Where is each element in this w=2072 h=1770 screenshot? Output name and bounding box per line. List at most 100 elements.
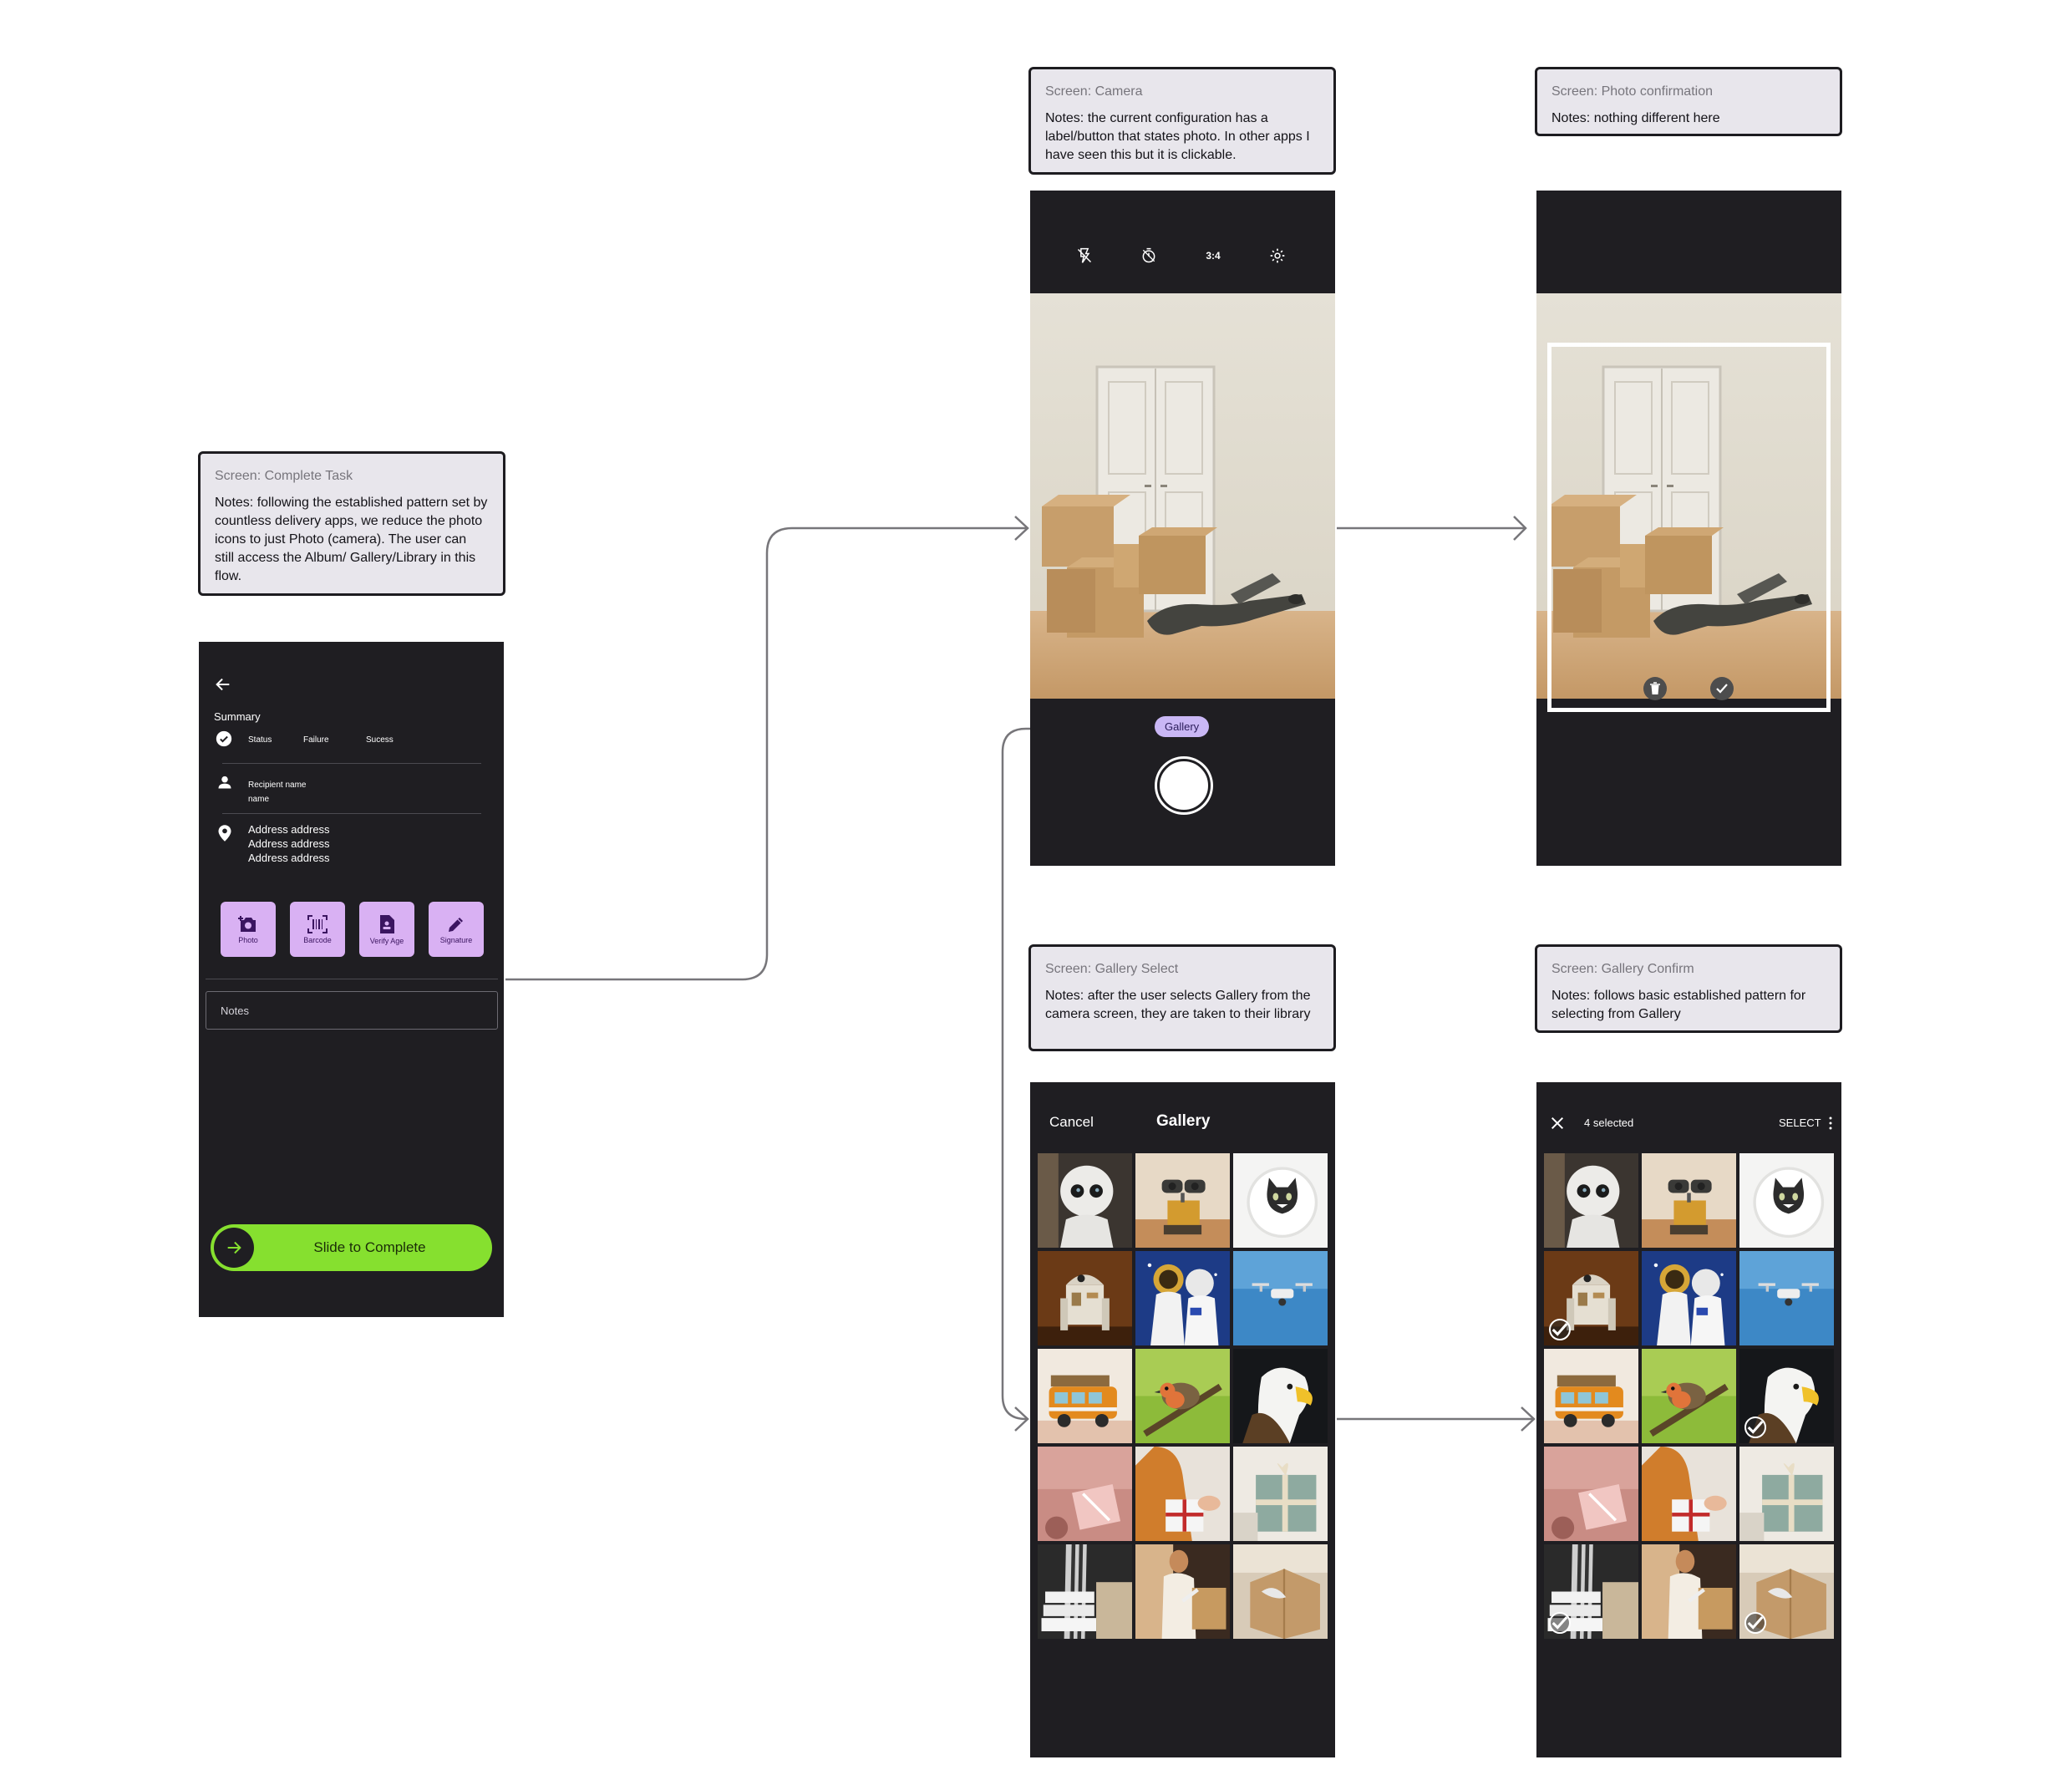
gallery-photo-drone[interactable] bbox=[1233, 1251, 1328, 1345]
confirm-check-icon[interactable] bbox=[1710, 677, 1734, 700]
verify-age-action-button[interactable]: Verify Age bbox=[359, 902, 414, 957]
timer-icon[interactable] bbox=[1139, 246, 1159, 266]
selected-check-icon[interactable] bbox=[1744, 1417, 1766, 1438]
note-body: Notes: following the established pattern… bbox=[215, 496, 488, 583]
photo-thumbnail bbox=[1233, 1544, 1328, 1639]
photo-thumbnail bbox=[1544, 1349, 1638, 1443]
id-document-icon bbox=[380, 914, 394, 933]
more-vert-icon[interactable] bbox=[1828, 1116, 1833, 1130]
recipient-name: Recipient name name bbox=[248, 781, 307, 804]
photo-thumbnail bbox=[1038, 1153, 1132, 1248]
photo-thumbnail bbox=[1135, 1447, 1230, 1541]
photo-thumbnail bbox=[1642, 1251, 1736, 1345]
note-body: Notes: nothing different here bbox=[1551, 111, 1720, 125]
gallery-photo-woman-box[interactable] bbox=[1642, 1544, 1736, 1639]
status-label[interactable]: Status bbox=[248, 735, 272, 745]
divider bbox=[222, 813, 481, 814]
notes-input[interactable]: Notes bbox=[206, 991, 498, 1030]
gallery-photo-r2d2[interactable] bbox=[1544, 1251, 1638, 1345]
note-title: Screen: Photo confirmation bbox=[1551, 84, 1713, 99]
camera-viewfinder[interactable] bbox=[1030, 293, 1335, 699]
slide-to-complete-slider[interactable]: Slide to Complete bbox=[211, 1224, 492, 1271]
failure-label[interactable]: Failure bbox=[303, 735, 329, 745]
photo-thumbnail bbox=[1135, 1349, 1230, 1443]
photo-thumbnail bbox=[1642, 1153, 1736, 1248]
selected-check-icon[interactable] bbox=[1549, 1612, 1571, 1634]
check-circle-icon bbox=[216, 730, 232, 747]
shutter-button[interactable] bbox=[1157, 759, 1211, 812]
photo-thumbnail bbox=[1038, 1251, 1132, 1345]
gallery-photo-eagle[interactable] bbox=[1739, 1349, 1834, 1443]
cancel-button[interactable]: Cancel bbox=[1049, 1114, 1094, 1131]
note-camera: Screen: Camera Notes: the current config… bbox=[1028, 67, 1336, 175]
gallery-photo-astronaut[interactable] bbox=[1135, 1251, 1230, 1345]
photo-thumbnail bbox=[1233, 1447, 1328, 1541]
gallery-photo-gift-woman[interactable] bbox=[1642, 1447, 1736, 1541]
gallery-photo-cat[interactable] bbox=[1739, 1153, 1834, 1248]
gallery-button[interactable]: Gallery bbox=[1155, 716, 1210, 737]
location-pin-icon bbox=[218, 825, 231, 842]
gallery-photo-astronaut[interactable] bbox=[1642, 1251, 1736, 1345]
photo-thumbnail bbox=[1739, 1251, 1834, 1345]
flash-off-icon[interactable] bbox=[1074, 246, 1094, 266]
gallery-photo-boxes-stack[interactable] bbox=[1544, 1544, 1638, 1639]
back-arrow-icon[interactable] bbox=[214, 675, 232, 694]
gallery-photo-gift-pink[interactable] bbox=[1544, 1447, 1638, 1541]
gallery-photo-wall-e[interactable] bbox=[1135, 1153, 1230, 1248]
gallery-photo-robot[interactable] bbox=[1544, 1153, 1638, 1248]
gallery-photo-bird[interactable] bbox=[1135, 1349, 1230, 1443]
photo-thumbnail bbox=[1038, 1544, 1132, 1639]
close-icon[interactable] bbox=[1550, 1116, 1565, 1131]
gallery-title: Gallery bbox=[1156, 1112, 1211, 1130]
slide-label: Slide to Complete bbox=[313, 1239, 426, 1255]
photo-thumbnail bbox=[1642, 1349, 1736, 1443]
gallery-photo-drone[interactable] bbox=[1739, 1251, 1834, 1345]
gallery-photo-r2d2[interactable] bbox=[1038, 1251, 1132, 1345]
note-complete-task: Screen: Complete Task Notes: following t… bbox=[198, 451, 505, 596]
photo-grid bbox=[1038, 1153, 1328, 1639]
pen-icon bbox=[449, 917, 463, 932]
photo-thumbnail bbox=[1233, 1153, 1328, 1248]
screen-gallery-select: Cancel Gallery bbox=[1030, 1082, 1335, 1757]
gallery-photo-woman-box[interactable] bbox=[1135, 1544, 1230, 1639]
aspect-ratio-icon[interactable]: 3:4 bbox=[1203, 246, 1223, 266]
gallery-photo-eagle[interactable] bbox=[1233, 1349, 1328, 1443]
select-button[interactable]: SELECT bbox=[1779, 1116, 1821, 1129]
gallery-photo-bird[interactable] bbox=[1642, 1349, 1736, 1443]
gallery-photo-boxes-stack[interactable] bbox=[1038, 1544, 1132, 1639]
gallery-photo-carton[interactable] bbox=[1233, 1544, 1328, 1639]
address: Address address Address address Address … bbox=[248, 823, 330, 864]
photo-thumbnail bbox=[1135, 1544, 1230, 1639]
photo-frame bbox=[1547, 343, 1831, 712]
trash-icon[interactable] bbox=[1643, 677, 1667, 700]
selected-check-icon[interactable] bbox=[1744, 1612, 1766, 1634]
action-label: Photo bbox=[238, 935, 258, 944]
success-label[interactable]: Sucess bbox=[366, 735, 394, 745]
photo-thumbnail bbox=[1038, 1447, 1132, 1541]
photo-grid bbox=[1544, 1153, 1834, 1639]
gallery-photo-gift-green[interactable] bbox=[1739, 1447, 1834, 1541]
signature-action-button[interactable]: Signature bbox=[429, 902, 484, 957]
gallery-photo-van[interactable] bbox=[1544, 1349, 1638, 1443]
photo-action-button[interactable]: Photo bbox=[221, 902, 276, 957]
selected-count: 4 selected bbox=[1584, 1116, 1634, 1129]
selected-check-icon[interactable] bbox=[1549, 1319, 1571, 1340]
gallery-photo-van[interactable] bbox=[1038, 1349, 1132, 1443]
gallery-photo-gift-pink[interactable] bbox=[1038, 1447, 1132, 1541]
person-icon bbox=[218, 776, 231, 789]
photo-thumbnail bbox=[1135, 1153, 1230, 1248]
summary-heading: Summary bbox=[214, 710, 261, 723]
barcode-action-button[interactable]: Barcode bbox=[290, 902, 345, 957]
note-title: Screen: Gallery Confirm bbox=[1551, 962, 1694, 976]
gallery-photo-wall-e[interactable] bbox=[1642, 1153, 1736, 1248]
gallery-photo-gift-woman[interactable] bbox=[1135, 1447, 1230, 1541]
photo-thumbnail bbox=[1642, 1544, 1736, 1639]
gallery-photo-cat[interactable] bbox=[1233, 1153, 1328, 1248]
screen-camera: 3:4 Gallery bbox=[1030, 191, 1335, 866]
gallery-photo-carton[interactable] bbox=[1739, 1544, 1834, 1639]
settings-gear-icon[interactable] bbox=[1267, 246, 1287, 266]
photo-thumbnail bbox=[1038, 1349, 1132, 1443]
action-label: Signature bbox=[439, 935, 473, 944]
gallery-photo-robot[interactable] bbox=[1038, 1153, 1132, 1248]
gallery-photo-gift-green[interactable] bbox=[1233, 1447, 1328, 1541]
